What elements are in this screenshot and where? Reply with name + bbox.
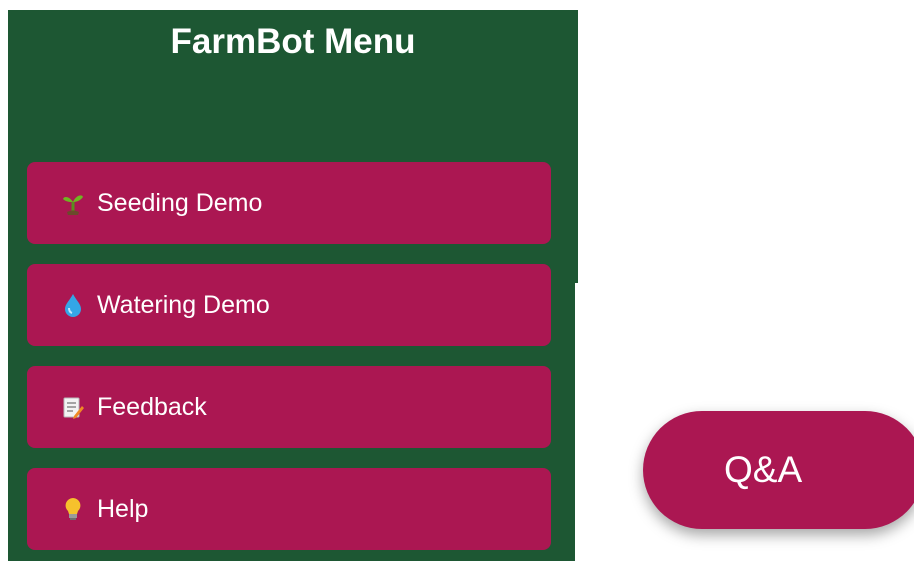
water-drop-icon — [62, 292, 84, 318]
help-button[interactable]: Help — [27, 468, 551, 550]
watering-demo-label: Watering Demo — [97, 291, 270, 319]
feedback-label: Feedback — [97, 393, 207, 421]
qa-button[interactable]: Q&A — [643, 411, 914, 529]
lightbulb-icon — [62, 496, 84, 522]
seeding-demo-button[interactable]: Seeding Demo — [27, 162, 551, 244]
seedling-icon — [62, 190, 84, 216]
seeding-demo-label: Seeding Demo — [97, 189, 263, 217]
help-label: Help — [97, 495, 149, 523]
watering-demo-button[interactable]: Watering Demo — [27, 264, 551, 346]
page: FarmBot Menu Seeding Demo Watering Demo — [0, 0, 914, 561]
menu-title: FarmBot Menu — [170, 22, 416, 61]
memo-icon — [62, 394, 84, 420]
qa-label: Q&A — [724, 449, 803, 490]
feedback-button[interactable]: Feedback — [27, 366, 551, 448]
